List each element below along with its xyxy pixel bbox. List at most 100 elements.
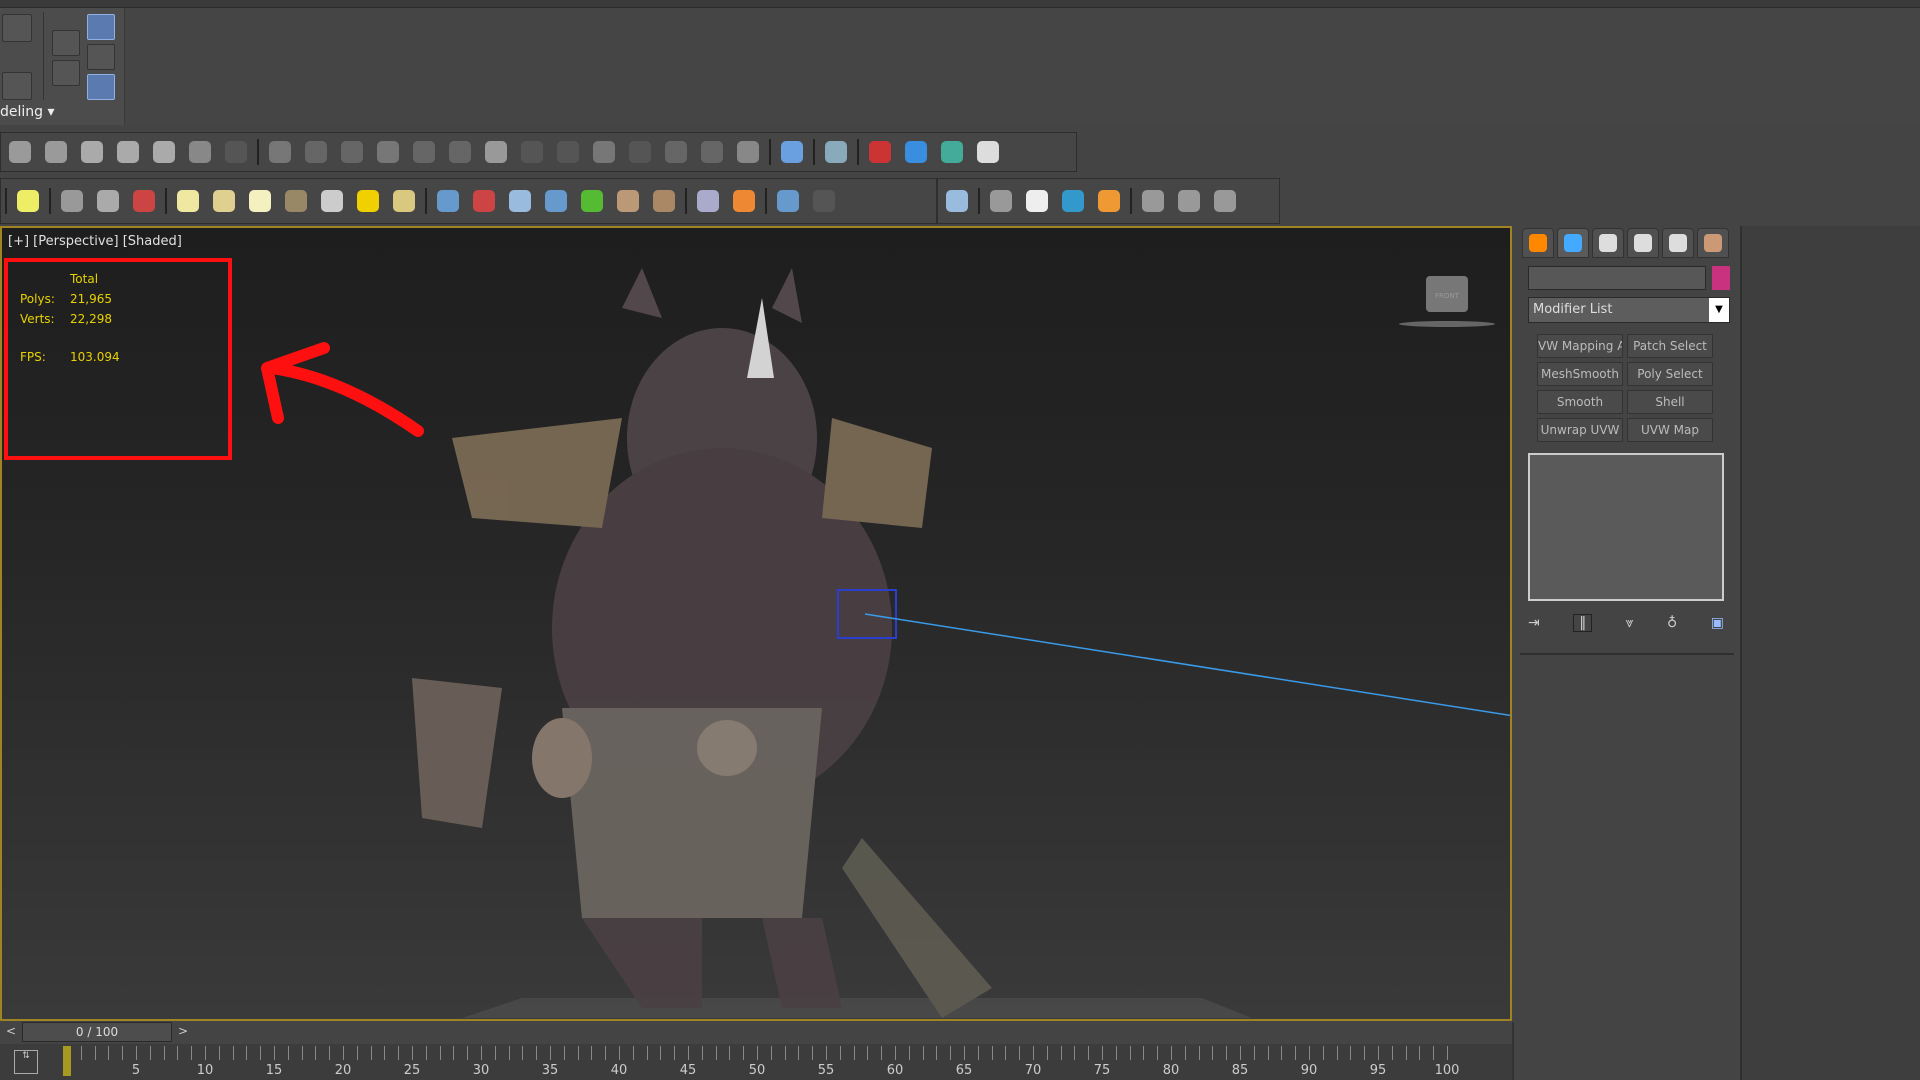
show-end-result-icon[interactable]: ‖ <box>1573 614 1593 632</box>
modifier-button[interactable]: MeshSmooth <box>1537 362 1623 386</box>
convert-ep-icon[interactable] <box>221 137 251 167</box>
camera-sphere-icon[interactable] <box>93 186 123 216</box>
modifier-button[interactable]: Smooth <box>1537 390 1623 414</box>
pbomb-icon[interactable] <box>661 137 691 167</box>
next-frame-button[interactable]: > <box>178 1024 188 1038</box>
teapot-render-icon[interactable] <box>821 137 851 167</box>
sphere-light-icon[interactable] <box>245 186 275 216</box>
shader-ball-icon[interactable] <box>986 186 1016 216</box>
bone-icon[interactable] <box>373 137 403 167</box>
link-icon[interactable] <box>149 137 179 167</box>
hair-brush-icon[interactable] <box>337 137 367 167</box>
hair-frizz-icon[interactable] <box>301 137 331 167</box>
utilities-tab[interactable] <box>1697 228 1729 258</box>
light-list-icon[interactable] <box>13 186 43 216</box>
make-unique-icon[interactable]: ⩔ <box>1626 615 1634 631</box>
time-slider[interactable]: < 0 / 100 > <box>0 1022 1512 1042</box>
perspective-viewport[interactable]: [+] [Perspective] [Shaded] Total Polys: … <box>0 226 1512 1021</box>
current-frame-marker[interactable] <box>63 1046 71 1076</box>
plane-icon[interactable] <box>173 186 203 216</box>
object-color-swatch[interactable] <box>1712 266 1730 290</box>
select-list-icon[interactable] <box>777 137 807 167</box>
chevron-down-icon[interactable]: ▼ <box>1709 298 1729 322</box>
gear-script-icon[interactable] <box>185 137 215 167</box>
globe-icon[interactable] <box>937 137 967 167</box>
frame-tick <box>895 1046 896 1060</box>
anim-end-icon[interactable] <box>1210 186 1240 216</box>
particles-icon[interactable] <box>433 186 463 216</box>
anim-play-icon[interactable] <box>1174 186 1204 216</box>
create-tab[interactable] <box>1522 228 1554 258</box>
wave2-icon[interactable] <box>553 137 583 167</box>
modifier-button[interactable]: Poly Select <box>1627 362 1713 386</box>
ribbon-pin-button[interactable] <box>87 44 115 70</box>
mirror-icon[interactable] <box>77 137 107 167</box>
ribbon-tool-toggle[interactable] <box>87 74 115 100</box>
modifier-button[interactable]: Shell <box>1627 390 1713 414</box>
ribbon-box-button[interactable] <box>2 14 32 42</box>
ribbon-light-toggle[interactable] <box>87 14 115 40</box>
modifier-stack[interactable] <box>1528 453 1724 601</box>
pin-stack-icon[interactable]: ⇥ <box>1528 615 1540 631</box>
prev-frame-button[interactable]: < <box>6 1024 16 1038</box>
cloth-shirt-icon[interactable] <box>1022 186 1052 216</box>
grass-icon[interactable] <box>577 186 607 216</box>
fan-icon[interactable] <box>733 137 763 167</box>
ox-icon[interactable] <box>649 186 679 216</box>
object-name-field[interactable] <box>1528 266 1706 290</box>
display-tab[interactable] <box>1662 228 1694 258</box>
gravity-icon[interactable] <box>481 137 511 167</box>
box-mesh-icon[interactable] <box>113 137 143 167</box>
teapot-icon[interactable] <box>281 186 311 216</box>
cone-hair-icon[interactable] <box>409 137 439 167</box>
modifier-button[interactable]: Unwrap UVW <box>1537 418 1623 442</box>
dome-icon[interactable] <box>209 186 239 216</box>
cone-icon[interactable] <box>317 186 347 216</box>
modifier-list-dropdown[interactable]: Modifier List ▼ <box>1528 297 1730 323</box>
wind-icon[interactable] <box>625 137 655 167</box>
ribbon-move-up-button[interactable] <box>52 30 80 56</box>
help-icon[interactable] <box>901 137 931 167</box>
bend-icon[interactable] <box>5 137 35 167</box>
wsm-icon[interactable] <box>697 137 727 167</box>
time-slider-thumb[interactable]: 0 / 100 <box>22 1022 172 1042</box>
blob-icon[interactable] <box>541 186 571 216</box>
material-browser-icon[interactable] <box>729 186 759 216</box>
modifier-button[interactable]: Patch Select <box>1627 334 1713 358</box>
hair-icon[interactable] <box>265 137 295 167</box>
render-setup-icon[interactable] <box>942 186 972 216</box>
motion-tab[interactable] <box>1627 228 1659 258</box>
pyramid-icon[interactable] <box>505 186 535 216</box>
wave-icon[interactable] <box>517 137 547 167</box>
chat-icon[interactable] <box>973 137 1003 167</box>
ribbon-sphere-button[interactable] <box>2 72 32 100</box>
frame-tick <box>136 1046 137 1060</box>
material-sphere-icon[interactable] <box>693 186 723 216</box>
help-circle-icon[interactable] <box>809 186 839 216</box>
curve-editor-icon[interactable]: ⇅ <box>14 1050 38 1074</box>
sun-icon[interactable] <box>353 186 383 216</box>
strands-icon[interactable] <box>445 137 475 167</box>
viewcube[interactable]: FRONT <box>1399 276 1495 327</box>
ripple-icon[interactable] <box>589 137 619 167</box>
remove-modifier-icon[interactable]: ♁ <box>1667 615 1677 631</box>
modifier-button[interactable]: VW Mapping Ad <box>1537 334 1623 358</box>
twist-icon[interactable] <box>41 137 71 167</box>
disc-icon[interactable] <box>389 186 419 216</box>
configure-sets-icon[interactable]: ▣ <box>1711 615 1724 631</box>
battery-icon[interactable] <box>1058 186 1088 216</box>
track-bar[interactable]: ⇅ 05101520253035404550556065707580859095… <box>0 1044 1512 1080</box>
ribbon-mode-dropdown[interactable]: deling ▾ <box>0 104 55 120</box>
import-icon[interactable] <box>773 186 803 216</box>
camera-icon[interactable] <box>57 186 87 216</box>
wrench-icon[interactable] <box>865 137 895 167</box>
anim-start-icon[interactable] <box>1138 186 1168 216</box>
camera-3d-icon[interactable] <box>129 186 159 216</box>
modifier-button[interactable]: UVW Map <box>1627 418 1713 442</box>
figure-icon[interactable] <box>1094 186 1124 216</box>
hair-hf-icon[interactable] <box>613 186 643 216</box>
hierarchy-tab[interactable] <box>1592 228 1624 258</box>
modify-tab[interactable] <box>1557 228 1589 258</box>
molecule-icon[interactable] <box>469 186 499 216</box>
ribbon-move-down-button[interactable] <box>52 60 80 86</box>
